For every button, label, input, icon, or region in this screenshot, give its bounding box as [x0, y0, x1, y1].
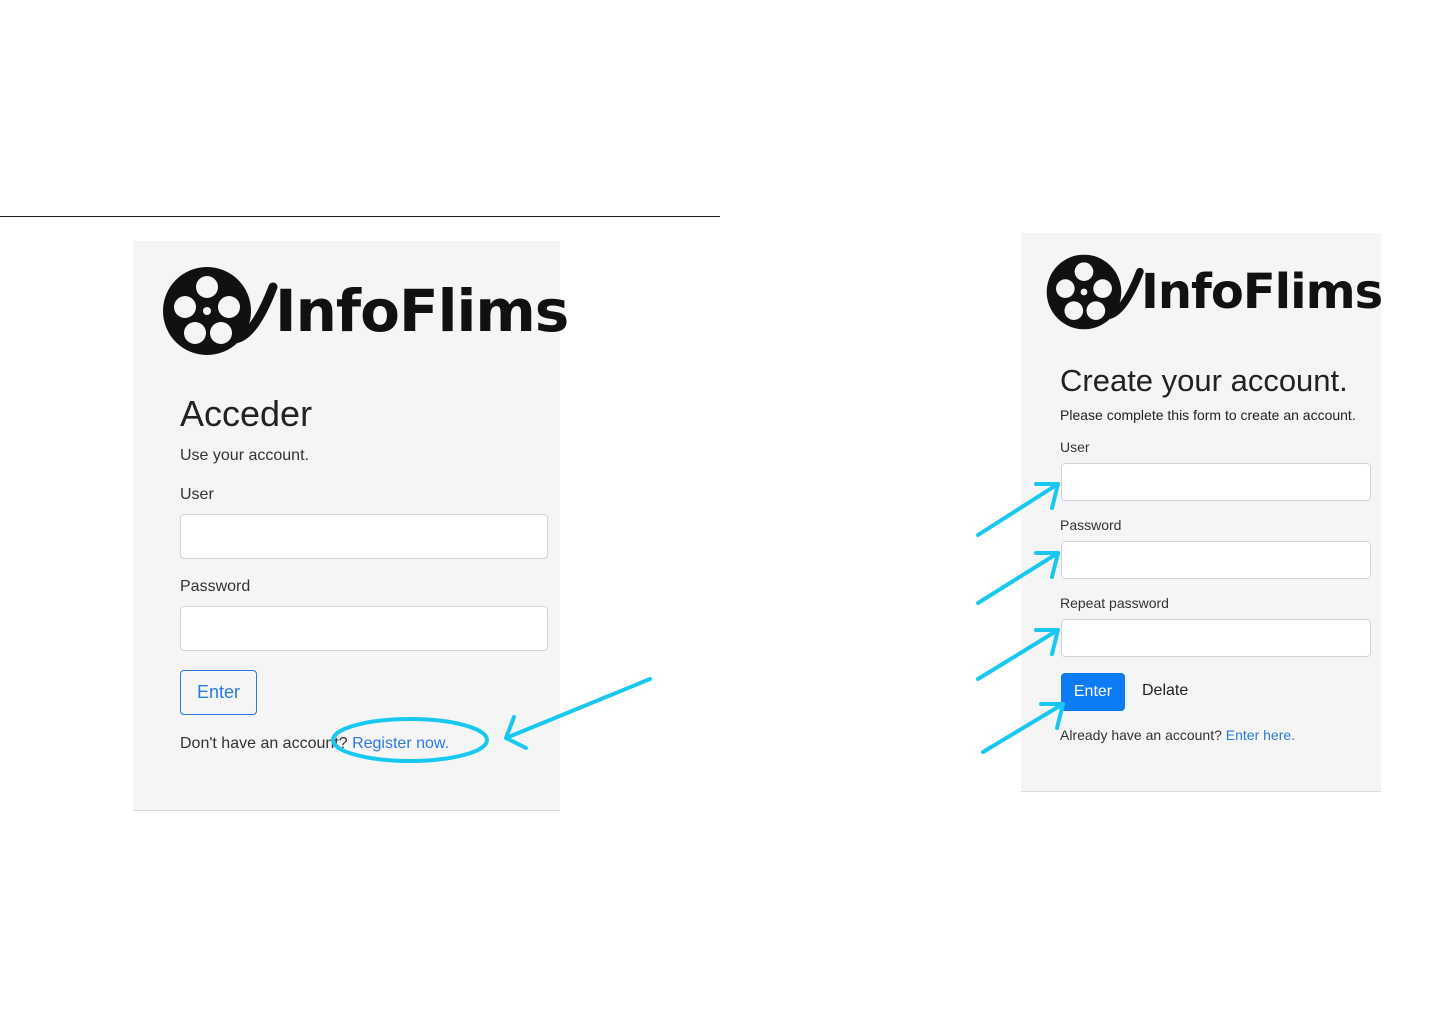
logo-text: InfoFlims	[1141, 264, 1383, 320]
page-title: Create your account.	[1060, 363, 1348, 398]
repeat-password-label: Repeat password	[1060, 595, 1169, 611]
login-prompt: Already have an account? Enter here.	[1060, 727, 1295, 743]
password-label: Password	[1060, 517, 1122, 533]
user-label: User	[180, 486, 214, 503]
enter-here-link[interactable]: Enter here.	[1226, 727, 1295, 743]
user-label: User	[1060, 439, 1090, 455]
password-label: Password	[180, 578, 251, 595]
password-input[interactable]	[1061, 541, 1371, 579]
logo-text: InfoFlims	[275, 277, 569, 345]
infoflims-logo: InfoFlims	[1045, 253, 1383, 331]
register-link[interactable]: Register now.	[352, 735, 449, 752]
register-panel: InfoFlims Create your account. Please co…	[1021, 233, 1383, 792]
section-divider	[0, 216, 720, 217]
repeat-password-input[interactable]	[1061, 619, 1371, 657]
login-prompt-text: Already have an account?	[1060, 727, 1222, 743]
enter-button[interactable]: Enter	[1061, 673, 1125, 711]
register-prompt-text: Don't have an account?	[180, 735, 348, 752]
page-title: Acceder	[180, 393, 313, 434]
film-reel-icon	[163, 267, 278, 355]
login-panel: InfoFlims Acceder Use your account. User…	[133, 241, 569, 811]
user-input[interactable]	[1061, 463, 1371, 501]
page-subtitle: Use your account.	[180, 447, 309, 464]
password-input[interactable]	[180, 606, 548, 651]
register-prompt: Don't have an account? Register now.	[180, 735, 449, 753]
user-input[interactable]	[180, 514, 548, 559]
film-reel-icon	[1046, 254, 1144, 330]
infoflims-logo: InfoFlims	[161, 265, 569, 357]
page-subtitle: Please complete this form to create an a…	[1060, 407, 1356, 423]
delete-button[interactable]: Delate	[1142, 682, 1188, 700]
enter-button[interactable]: Enter	[180, 670, 257, 715]
